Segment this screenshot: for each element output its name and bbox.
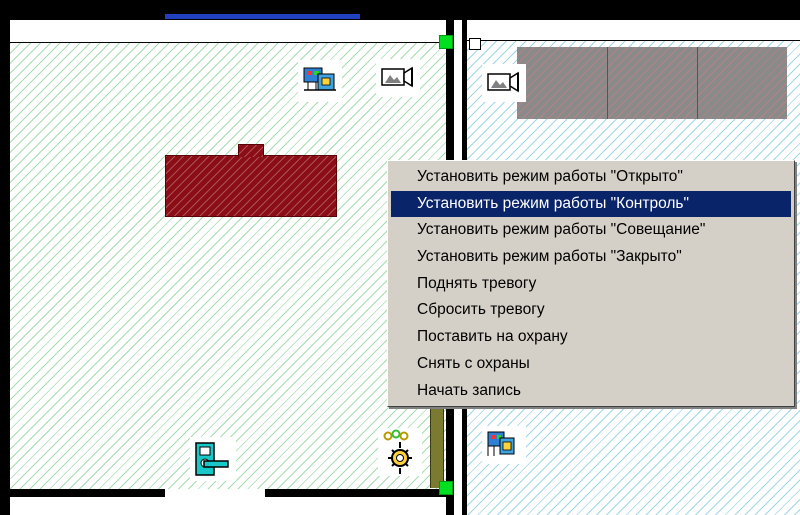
menu-item-mode-open[interactable]: Установить режим работы "Открыто" bbox=[388, 164, 794, 191]
furniture-cabinet[interactable] bbox=[517, 47, 787, 119]
top-wall bbox=[0, 0, 800, 20]
menu-item-mode-control[interactable]: Установить режим работы "Контроль" bbox=[391, 190, 791, 218]
context-menu: Установить режим работы "Открыто" Устано… bbox=[387, 160, 795, 407]
menu-item-arm[interactable]: Поставить на охрану bbox=[388, 324, 794, 351]
fire-detector-icon[interactable] bbox=[378, 428, 422, 476]
access-control-device-icon[interactable] bbox=[482, 426, 526, 464]
meeting-table[interactable] bbox=[165, 155, 337, 217]
menu-item-start-recording[interactable]: Начать запись bbox=[388, 378, 794, 405]
camera-icon[interactable] bbox=[482, 64, 526, 102]
door-opening[interactable] bbox=[165, 489, 265, 497]
resize-handle[interactable] bbox=[439, 481, 453, 495]
selected-wall-segment[interactable] bbox=[165, 14, 360, 19]
resize-handle-outline[interactable] bbox=[469, 38, 481, 50]
menu-item-reset-alarm[interactable]: Сбросить тревогу bbox=[388, 297, 794, 324]
access-control-device-icon[interactable] bbox=[298, 60, 342, 102]
resize-handle[interactable] bbox=[439, 35, 453, 49]
camera-icon[interactable] bbox=[376, 59, 420, 97]
menu-item-disarm[interactable]: Снять с охраны bbox=[388, 351, 794, 378]
room-left-top-border bbox=[10, 42, 446, 43]
meeting-table-top bbox=[238, 144, 264, 157]
menu-item-mode-closed[interactable]: Установить режим работы "Закрыто" bbox=[388, 244, 794, 271]
door-frame[interactable] bbox=[430, 408, 444, 488]
left-wall bbox=[0, 20, 10, 515]
room-right-top-border bbox=[467, 40, 800, 41]
door-lock-icon[interactable] bbox=[190, 437, 236, 481]
menu-item-raise-alarm[interactable]: Поднять тревогу bbox=[388, 271, 794, 298]
cabinet-divider bbox=[607, 47, 608, 119]
menu-item-mode-meeting[interactable]: Установить режим работы "Совещание" bbox=[388, 217, 794, 244]
cabinet-divider bbox=[697, 47, 698, 119]
room-left[interactable] bbox=[10, 43, 446, 489]
